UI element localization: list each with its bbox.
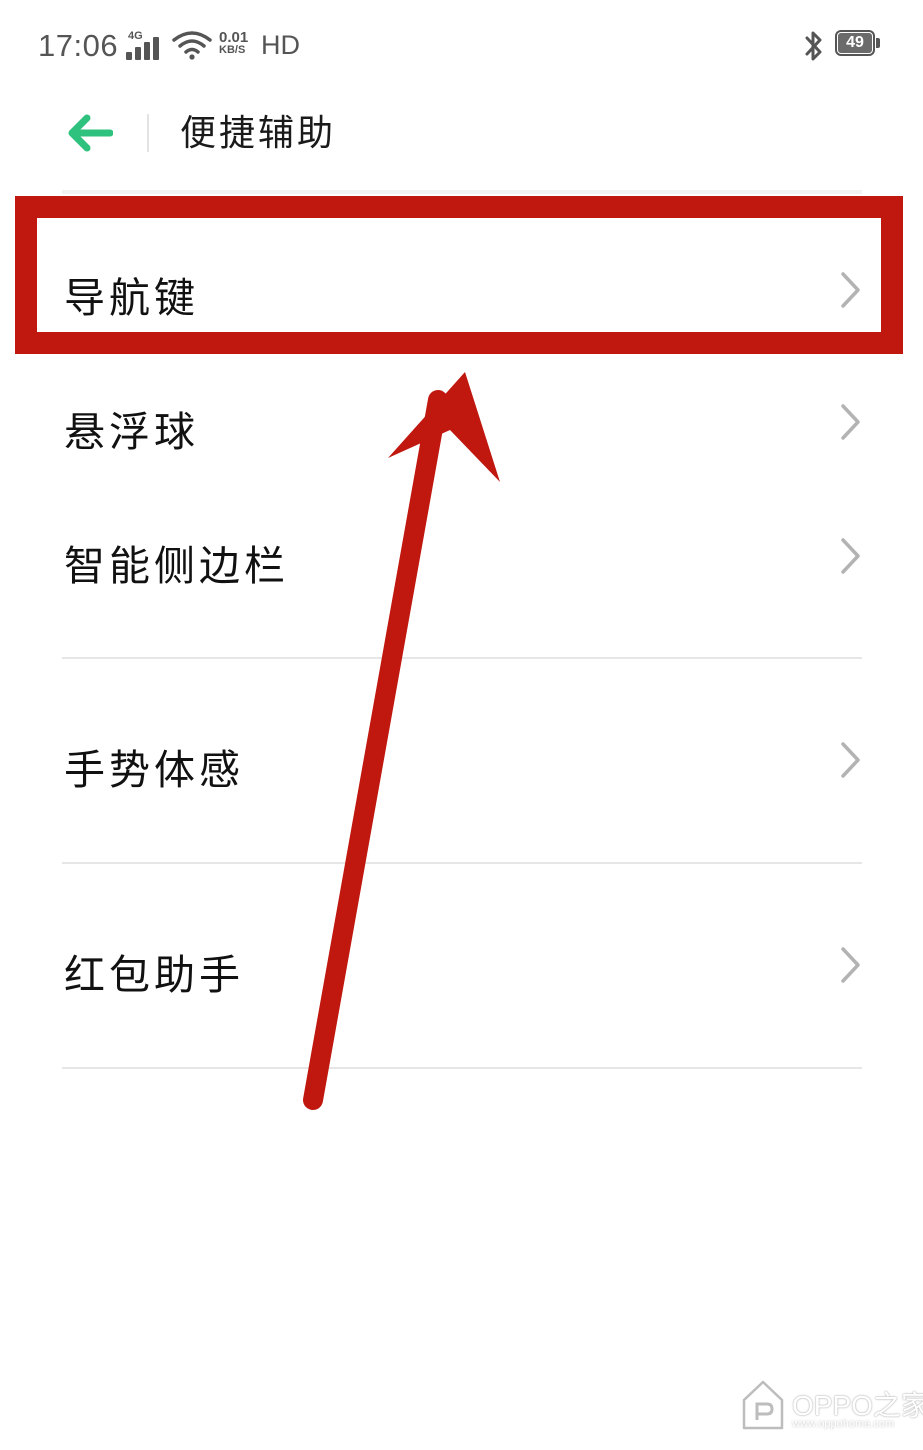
- menu-item-label: 红包助手: [64, 951, 244, 999]
- back-button[interactable]: [60, 108, 120, 158]
- status-time: 17:06: [38, 28, 119, 63]
- chevron-right-icon: [841, 742, 860, 778]
- menu-item-label: 悬浮球: [64, 408, 199, 456]
- watermark: OPPO之家 www.oppohome.com: [740, 1378, 923, 1438]
- chevron-right-icon: [841, 404, 860, 440]
- watermark-url: www.oppohome.com: [792, 1418, 895, 1430]
- group-divider: [62, 862, 862, 864]
- wifi-icon: [172, 31, 212, 60]
- menu-item-label: 导航键: [64, 274, 199, 322]
- menu-item-label: 手势体感: [64, 746, 244, 794]
- group-divider: [62, 657, 862, 659]
- chevron-right-icon: [841, 272, 860, 308]
- chevron-right-icon: [841, 538, 860, 574]
- back-arrow-icon: [68, 114, 113, 152]
- top-divider: [62, 190, 862, 194]
- header-divider: [147, 114, 149, 152]
- chevron-right-icon: [841, 947, 860, 983]
- battery-icon: 49: [835, 30, 881, 58]
- page-header: 便捷辅助: [0, 92, 923, 192]
- bluetooth-icon: [805, 31, 822, 61]
- hd-indicator: HD: [261, 30, 300, 60]
- menu-item-smart-sidebar[interactable]: 智能侧边栏: [0, 490, 923, 622]
- menu-item-red-packet-assistant[interactable]: 红包助手: [0, 865, 923, 1065]
- house-logo-icon: [742, 1380, 784, 1430]
- menu-item-floating-ball[interactable]: 悬浮球: [0, 356, 923, 488]
- menu-item-label: 智能侧边栏: [64, 542, 289, 590]
- menu-item-gesture-motion[interactable]: 手势体感: [0, 660, 923, 860]
- group-divider: [62, 1067, 862, 1069]
- network-speed: 0.01 KB/S: [219, 29, 259, 56]
- battery-level: 49: [846, 34, 864, 51]
- status-bar: 17:06 4G 0.01 KB/S HD 49: [0, 0, 923, 92]
- page-title: 便捷辅助: [180, 113, 337, 154]
- speed-value: 0.01: [219, 29, 249, 46]
- speed-unit: KB/S: [219, 44, 246, 56]
- menu-item-navigation-keys[interactable]: 导航键: [0, 222, 923, 354]
- signal-icon: 4G: [126, 30, 166, 62]
